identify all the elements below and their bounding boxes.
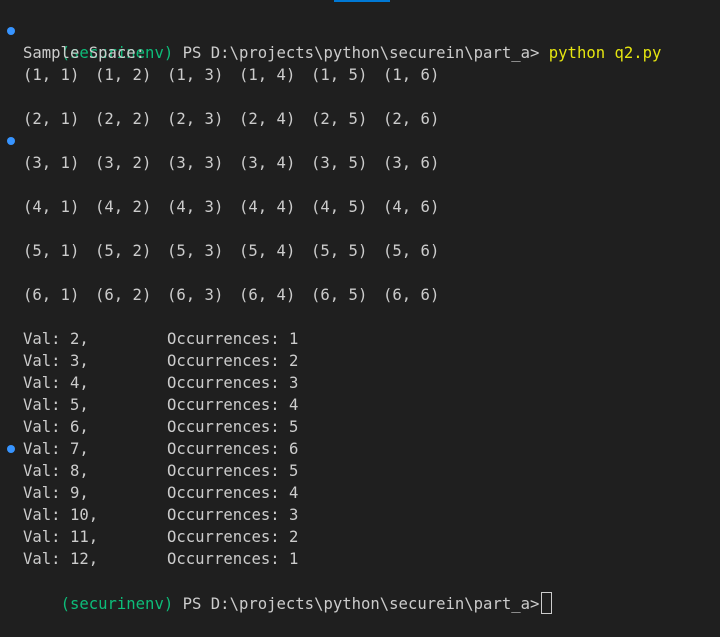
- occurrence-row: Val: 2, Occurrences: 1: [0, 328, 720, 350]
- val-text: Val: 3,: [23, 352, 89, 370]
- prompt-line[interactable]: (securinenv) PS D:\projects\python\secur…: [0, 570, 720, 614]
- sample-cell: (5, 3): [167, 242, 224, 260]
- sample-cell: (3, 3): [167, 154, 224, 172]
- occurrences-text: Occurrences: 1: [167, 550, 299, 568]
- terminal-output[interactable]: (securinenv) PS D:\projects\python\secur…: [0, 20, 720, 614]
- occurrences-text: Occurrences: 2: [167, 528, 299, 546]
- sample-cell: (6, 4): [239, 286, 296, 304]
- sample-cell: (5, 6): [383, 242, 440, 260]
- occurrences-text: Occurrences: 5: [167, 418, 299, 436]
- sample-cell: (6, 1): [23, 286, 80, 304]
- occurrences-text: Occurrences: 3: [167, 506, 299, 524]
- sample-row: (2, 1) (2, 2) (2, 3) (2, 4) (2, 5) (2, 6): [0, 108, 720, 130]
- sample-row: (5, 1) (5, 2) (5, 3) (5, 4) (5, 5) (5, 6): [0, 240, 720, 262]
- val-text: Val: 7,: [23, 440, 89, 458]
- occurrences-text: Occurrences: 5: [167, 462, 299, 480]
- occurrence-row: Val: 8, Occurrences: 5: [0, 460, 720, 482]
- val-text: Val: 6,: [23, 418, 89, 436]
- sample-cell: (3, 1): [23, 154, 80, 172]
- sample-row: (6, 1) (6, 2) (6, 3) (6, 4) (6, 5) (6, 6): [0, 284, 720, 306]
- occurrences-text: Occurrences: 2: [167, 352, 299, 370]
- sample-cell: (3, 4): [239, 154, 296, 172]
- active-tab-indicator: [334, 0, 390, 2]
- sample-cell: (3, 6): [383, 154, 440, 172]
- sample-cell: (2, 2): [95, 110, 152, 128]
- sample-cell: (4, 5): [311, 198, 368, 216]
- sample-row: (4, 1) (4, 2) (4, 3) (4, 4) (4, 5) (4, 6): [0, 196, 720, 218]
- occurrence-row: Val: 4, Occurrences: 3: [0, 372, 720, 394]
- occurrence-row: Val: 6, Occurrences: 5: [0, 416, 720, 438]
- terminal-cursor[interactable]: [541, 592, 553, 614]
- sample-cell: (5, 4): [239, 242, 296, 260]
- command-decoration-icon[interactable]: [7, 27, 15, 35]
- sample-cell: (3, 2): [95, 154, 152, 172]
- occurrences-text: Occurrences: 4: [167, 484, 299, 502]
- occurrence-row: Val: 12, Occurrences: 1: [0, 548, 720, 570]
- sample-cell: (2, 6): [383, 110, 440, 128]
- sample-space-heading: Sample Space:: [23, 44, 146, 62]
- sample-cell: (6, 2): [95, 286, 152, 304]
- occurrence-row: Val: 10, Occurrences: 3: [0, 504, 720, 526]
- val-text: Val: 4,: [23, 374, 89, 392]
- sample-cell: (4, 3): [167, 198, 224, 216]
- occurrences-text: Occurrences: 1: [167, 330, 299, 348]
- val-text: Val: 8,: [23, 462, 89, 480]
- val-text: Val: 12,: [23, 550, 99, 568]
- sample-cell: (6, 5): [311, 286, 368, 304]
- venv-label: (securinenv): [60, 595, 174, 613]
- sample-cell: (4, 2): [95, 198, 152, 216]
- sample-cell: (1, 4): [239, 66, 296, 84]
- val-text: Val: 11,: [23, 528, 99, 546]
- sample-cell: (2, 4): [239, 110, 296, 128]
- ps-label: PS: [182, 595, 202, 613]
- occurrences-text: Occurrences: 6: [167, 440, 299, 458]
- sample-cell: (6, 6): [383, 286, 440, 304]
- prompt-line: (securinenv) PS D:\projects\python\secur…: [0, 20, 720, 62]
- occurrences-text: Occurrences: 4: [167, 396, 299, 414]
- occurrence-row: Val: 9, Occurrences: 4: [0, 482, 720, 504]
- blank-line: [0, 130, 720, 152]
- occurrence-row: Val: 11, Occurrences: 2: [0, 526, 720, 548]
- sample-cell: (4, 4): [239, 198, 296, 216]
- sample-cell: (1, 6): [383, 66, 440, 84]
- sample-cell: (2, 3): [167, 110, 224, 128]
- sample-cell: (4, 6): [383, 198, 440, 216]
- occurrence-row: Val: 5, Occurrences: 4: [0, 394, 720, 416]
- sample-cell: (5, 5): [311, 242, 368, 260]
- val-text: Val: 2,: [23, 330, 89, 348]
- sample-cell: (1, 1): [23, 66, 80, 84]
- sample-cell: (1, 5): [311, 66, 368, 84]
- sample-cell: (4, 1): [23, 198, 80, 216]
- occurrences-text: Occurrences: 3: [167, 374, 299, 392]
- sample-cell: (1, 2): [95, 66, 152, 84]
- occurrence-row: Val: 3, Occurrences: 2: [0, 350, 720, 372]
- sample-row: (1, 1) (1, 2) (1, 3) (1, 4) (1, 5) (1, 6): [0, 64, 720, 86]
- val-text: Val: 9,: [23, 484, 89, 502]
- sample-cell: (5, 2): [95, 242, 152, 260]
- occurrence-row: Val: 7, Occurrences: 6: [0, 438, 720, 460]
- sample-cell: (2, 1): [23, 110, 80, 128]
- sample-cell: (2, 5): [311, 110, 368, 128]
- command-decoration-icon[interactable]: [7, 445, 15, 453]
- sample-cell: (6, 3): [167, 286, 224, 304]
- sample-row: (3, 1) (3, 2) (3, 3) (3, 4) (3, 5) (3, 6): [0, 152, 720, 174]
- command-decoration-icon[interactable]: [7, 137, 15, 145]
- prompt-path: D:\projects\python\securein\part_a>: [210, 595, 540, 613]
- sample-cell: (5, 1): [23, 242, 80, 260]
- sample-cell: (3, 5): [311, 154, 368, 172]
- val-text: Val: 5,: [23, 396, 89, 414]
- val-text: Val: 10,: [23, 506, 99, 524]
- sample-cell: (1, 3): [167, 66, 224, 84]
